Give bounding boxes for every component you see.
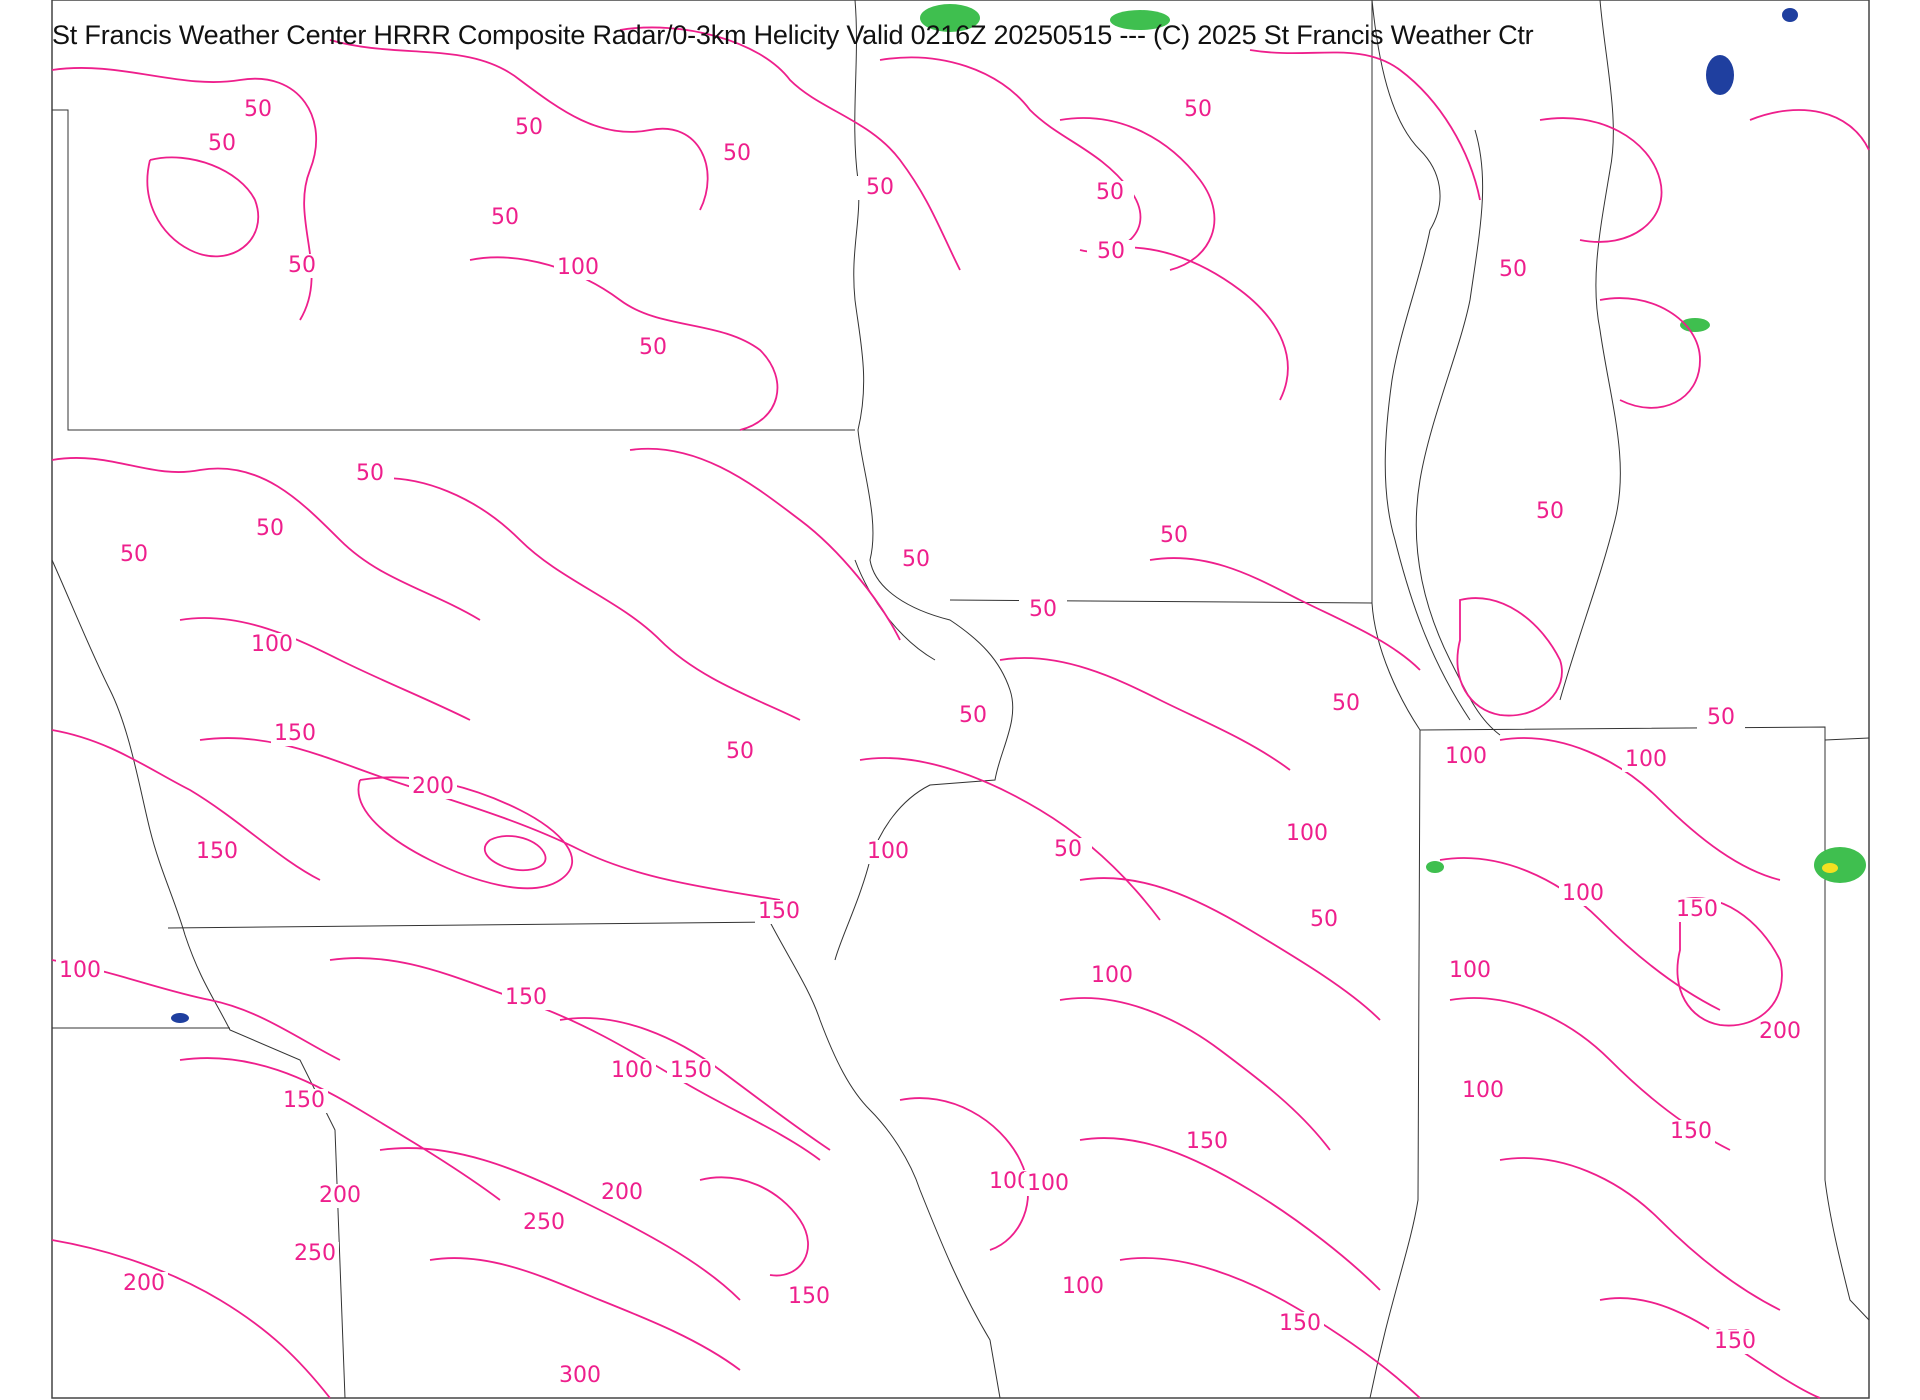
contour-label: 150 bbox=[1279, 1311, 1321, 1336]
radar-echo bbox=[171, 1013, 189, 1023]
contour-label: 100 bbox=[1286, 821, 1328, 846]
contour-label: 200 bbox=[123, 1271, 165, 1296]
radar-echo bbox=[1706, 55, 1734, 95]
contour-label: 100 bbox=[1562, 881, 1604, 906]
helicity-contour bbox=[1249, 49, 1481, 201]
contour-label: 150 bbox=[788, 1284, 830, 1309]
contour-label: 100 bbox=[867, 839, 909, 864]
contour-label: 150 bbox=[274, 721, 316, 746]
helicity-contour bbox=[359, 477, 801, 721]
helicity-contour bbox=[629, 447, 901, 641]
contour-label: 100 bbox=[1449, 958, 1491, 983]
contour-label: 150 bbox=[1670, 1119, 1712, 1144]
contour-label: 100 bbox=[1462, 1078, 1504, 1103]
contour-label: 50 bbox=[256, 516, 284, 541]
helicity-contour bbox=[1599, 297, 1701, 409]
helicity-contour bbox=[1499, 1157, 1781, 1311]
contour-label: 100 bbox=[557, 255, 599, 280]
contour-label: 50 bbox=[491, 205, 519, 230]
contour-labels: 50 50 50 50 50 50 50 50 50 50 50 50 50 50 100 50 50 50 50 5… bbox=[56, 97, 1804, 1388]
contour-label: 150 bbox=[1186, 1129, 1228, 1154]
helicity-contour bbox=[1749, 109, 1870, 151]
contour-label: 100 bbox=[1062, 1274, 1104, 1299]
contour-label: 50 bbox=[1536, 499, 1564, 524]
helicity-contour bbox=[329, 957, 821, 1161]
helicity-contour bbox=[879, 56, 1142, 253]
contour-label: 50 bbox=[1499, 257, 1527, 282]
contour-label: 50 bbox=[1054, 837, 1082, 862]
contour-label: 50 bbox=[515, 115, 543, 140]
helicity-contour bbox=[1079, 877, 1381, 1021]
contour-label: 100 bbox=[1445, 744, 1487, 769]
contour-label: 200 bbox=[1759, 1019, 1801, 1044]
helicity-contour bbox=[179, 1057, 501, 1201]
helicity-contour bbox=[1119, 1257, 1421, 1399]
contour-label: 250 bbox=[294, 1241, 336, 1266]
contour-label: 150 bbox=[283, 1088, 325, 1113]
contour-label: 50 bbox=[1029, 597, 1057, 622]
contour-label: 150 bbox=[505, 985, 547, 1010]
helicity-contour bbox=[429, 1257, 741, 1371]
contour-label: 100 bbox=[1625, 747, 1667, 772]
contour-label: 150 bbox=[1676, 897, 1718, 922]
helicity-contour bbox=[1079, 1137, 1381, 1291]
contour-label: 50 bbox=[1310, 907, 1338, 932]
helicity-contour bbox=[199, 737, 781, 901]
helicity-contour bbox=[559, 1017, 831, 1151]
helicity-contour bbox=[146, 156, 260, 258]
contour-label: 50 bbox=[1707, 705, 1735, 730]
helicity-contour bbox=[1456, 597, 1563, 717]
contour-label: 50 bbox=[244, 97, 272, 122]
contour-label: 50 bbox=[902, 547, 930, 572]
helicity-contour bbox=[51, 729, 321, 881]
radar-echo bbox=[1822, 863, 1838, 873]
map-title: St Francis Weather Center HRRR Composite… bbox=[52, 20, 1534, 50]
contour-label: 50 bbox=[1184, 97, 1212, 122]
contour-label: 150 bbox=[670, 1058, 712, 1083]
helicity-contour bbox=[179, 617, 471, 721]
contour-label: 50 bbox=[959, 703, 987, 728]
contour-label: 300 bbox=[559, 1363, 601, 1388]
contour-label: 200 bbox=[319, 1183, 361, 1208]
helicity-contour bbox=[1059, 997, 1331, 1151]
contour-label: 50 bbox=[1160, 523, 1188, 548]
helicity-contour bbox=[469, 256, 779, 431]
contour-label: 50 bbox=[723, 141, 751, 166]
contour-label: 250 bbox=[523, 1210, 565, 1235]
contour-label: 150 bbox=[758, 899, 800, 924]
contour-label: 200 bbox=[601, 1180, 643, 1205]
helicity-contour bbox=[1539, 117, 1663, 243]
contour-label: 50 bbox=[639, 335, 667, 360]
radar-echo bbox=[1426, 861, 1444, 873]
contour-label: 50 bbox=[120, 542, 148, 567]
contour-label: 50 bbox=[726, 739, 754, 764]
contour-label: 50 bbox=[1097, 239, 1125, 264]
helicity-contour bbox=[619, 26, 961, 271]
contour-label: 100 bbox=[1091, 963, 1133, 988]
contour-label: 100 bbox=[59, 958, 101, 983]
helicity-contour bbox=[999, 657, 1291, 771]
contour-label: 100 bbox=[1027, 1171, 1069, 1196]
contour-label: 50 bbox=[866, 175, 894, 200]
map: 50 50 50 50 50 50 50 50 50 50 50 50 50 50 100 50 50 50 50 5… bbox=[51, 0, 1870, 1399]
contour-label: 50 bbox=[208, 131, 236, 156]
contour-label: 200 bbox=[412, 774, 454, 799]
contour-label: 50 bbox=[1096, 180, 1124, 205]
contour-label: 50 bbox=[356, 461, 384, 486]
helicity-contour bbox=[1099, 246, 1289, 401]
radar-echo bbox=[1782, 8, 1798, 22]
contour-label: 50 bbox=[1332, 691, 1360, 716]
contour-label: 50 bbox=[288, 253, 316, 278]
helicity-contour bbox=[51, 1239, 331, 1399]
helicity-contour bbox=[483, 835, 547, 872]
contour-label: 100 bbox=[251, 632, 293, 657]
contour-label: 150 bbox=[1714, 1329, 1756, 1354]
contour-label: 150 bbox=[196, 839, 238, 864]
helicity-contour bbox=[1149, 557, 1421, 671]
contour-label: 100 bbox=[611, 1058, 653, 1083]
radar-echo bbox=[1814, 847, 1866, 883]
helicity-contour bbox=[699, 1176, 809, 1277]
